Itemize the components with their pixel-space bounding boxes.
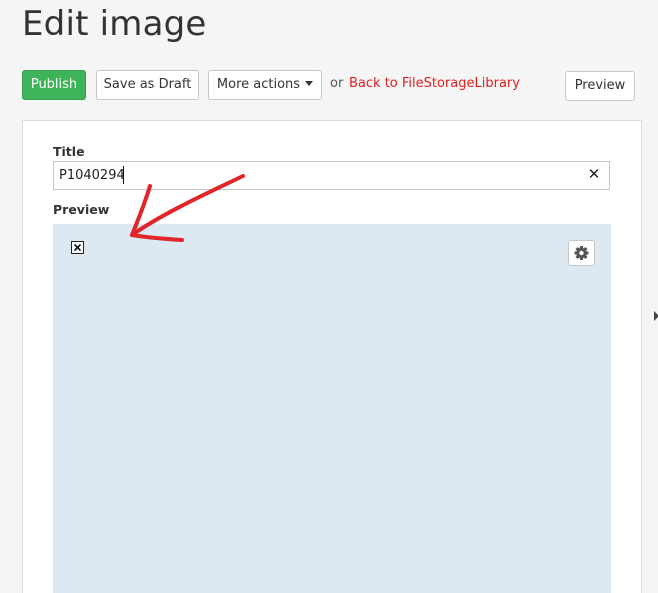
save-as-draft-button[interactable]: Save as Draft bbox=[96, 70, 199, 100]
caret-down-icon bbox=[305, 81, 314, 86]
image-preview-area bbox=[53, 224, 611, 593]
back-to-library-link[interactable]: Back to FileStorageLibrary bbox=[349, 76, 520, 91]
title-label: Title bbox=[53, 144, 85, 159]
chevron-right-icon[interactable] bbox=[654, 311, 658, 321]
gear-icon bbox=[574, 246, 589, 260]
more-actions-button[interactable]: More actions bbox=[208, 70, 322, 100]
title-input[interactable] bbox=[54, 162, 579, 189]
preview-label: Preview bbox=[53, 202, 110, 217]
broken-image-icon bbox=[71, 241, 84, 254]
close-icon[interactable]: ✕ bbox=[586, 166, 602, 184]
or-separator: or bbox=[330, 76, 344, 91]
preview-button[interactable]: Preview bbox=[565, 71, 635, 101]
page-title: Edit image bbox=[22, 4, 207, 44]
publish-button[interactable]: Publish bbox=[22, 70, 86, 100]
image-settings-button[interactable] bbox=[568, 240, 595, 266]
text-cursor bbox=[123, 166, 124, 184]
more-actions-label: More actions bbox=[216, 77, 301, 92]
title-field[interactable] bbox=[53, 161, 610, 190]
